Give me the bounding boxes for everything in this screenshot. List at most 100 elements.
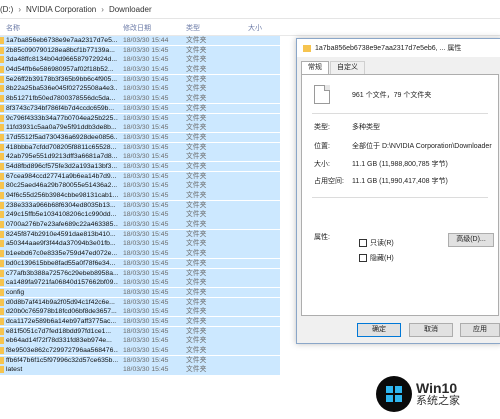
file-name: ca1489fa9721fa06840d157662bf09... xyxy=(6,279,118,287)
tab-general[interactable]: 常规 xyxy=(301,61,329,74)
file-type: 文件夹 xyxy=(186,46,207,54)
column-date[interactable]: 修改日期 xyxy=(123,23,151,33)
file-type: 文件夹 xyxy=(186,366,207,374)
file-type: 文件夹 xyxy=(186,356,207,364)
breadcrumb-drive[interactable]: (D:) xyxy=(0,5,13,14)
file-date: 18/03/30 15:45 xyxy=(123,95,169,103)
ok-button[interactable]: 确定 xyxy=(357,323,401,337)
folder-icon xyxy=(0,211,4,219)
file-type: 文件夹 xyxy=(186,308,207,316)
file-type: 文件夹 xyxy=(186,85,207,93)
file-date: 18/03/30 15:45 xyxy=(123,153,169,161)
divider xyxy=(312,197,488,198)
file-name: b1eebd67c0e8335e759d47ed072e... xyxy=(6,250,118,258)
file-date: 18/03/30 15:45 xyxy=(123,347,169,354)
file-date: 18/03/30 15:45 xyxy=(123,279,169,287)
file-type: 文件夹 xyxy=(186,230,207,238)
folder-icon xyxy=(0,46,4,54)
file-row[interactable]: latest 18/03/30 15:45 文件夹 xyxy=(0,365,500,375)
file-date: 18/03/30 15:45 xyxy=(123,366,169,374)
file-type: 文件夹 xyxy=(186,240,207,248)
file-type: 文件夹 xyxy=(186,104,207,112)
file-type: 文件夹 xyxy=(186,298,207,306)
file-date: 18/03/30 15:45 xyxy=(123,201,169,209)
column-type[interactable]: 类型 xyxy=(186,23,200,33)
file-name: c77afb3b388a72576c29ebeb8958a... xyxy=(6,269,118,277)
column-size[interactable]: 大小 xyxy=(248,23,262,33)
dialog-title: 1a7ba856eb6738e9e7aa2317d7e5eb6, ... 属性 xyxy=(315,45,462,52)
file-type: 文件夹 xyxy=(186,162,207,170)
attributes-label: 属性: xyxy=(314,234,330,241)
folder-icon xyxy=(0,143,4,151)
readonly-checkbox[interactable]: 只读(R) xyxy=(359,238,394,248)
advanced-button[interactable]: 高级(D)... xyxy=(448,233,494,247)
checkbox-icon xyxy=(359,254,367,262)
folder-icon xyxy=(0,317,4,325)
file-date: 18/03/30 15:45 xyxy=(123,211,169,219)
file-type: 文件夹 xyxy=(186,327,207,335)
file-type: 文件夹 xyxy=(186,192,207,199)
file-name: 418bbba7cfdd708205f8811c65528... xyxy=(6,143,117,151)
file-type: 文件夹 xyxy=(186,66,207,74)
file-date: 18/03/30 15:45 xyxy=(123,143,169,151)
dialog-titlebar[interactable]: 1a7ba856eb6738e9e7aa2317d7e5eb6, ... 属性 xyxy=(297,39,500,57)
file-type: 文件夹 xyxy=(186,75,207,83)
file-name: 9c796f4333b34a77b0704ea25b225... xyxy=(6,114,118,122)
breadcrumb-nvidia[interactable]: NVIDIA Corporation xyxy=(26,5,96,14)
folder-icon xyxy=(0,66,4,74)
file-date: 18/03/30 15:45 xyxy=(123,46,169,54)
file-type: 文件夹 xyxy=(186,201,207,209)
file-name: 80c25aed46a29b780055e51436a2... xyxy=(6,182,118,190)
folder-icon xyxy=(0,85,4,93)
file-row[interactable]: ffb6f47b6f1c5f97996c32d57ce635b... 18/03/… xyxy=(0,355,500,366)
file-name: 249c15ffb5e1034108206c1c990dd... xyxy=(6,211,117,219)
file-date: 18/03/30 15:45 xyxy=(123,104,169,112)
column-name[interactable]: 名称 xyxy=(6,23,20,33)
file-date: 18/03/30 15:45 xyxy=(123,182,169,190)
file-date: 18/03/30 15:45 xyxy=(123,124,169,132)
file-date: 18/03/30 15:45 xyxy=(123,269,169,277)
file-name: 94f6c55d256b3984cbbe98131cab1... xyxy=(6,192,118,199)
size-value: 11.1 GB (11,988,800,785 字节) xyxy=(352,161,448,168)
file-name: 238e333a966b68f6304ed8035b13... xyxy=(6,201,116,209)
file-name: 54d8fbd896cf575fe3d2a193a13bf3... xyxy=(6,162,118,170)
folder-icon xyxy=(0,114,4,122)
file-date: 18/03/30 15:45 xyxy=(123,230,169,238)
folder-icon xyxy=(0,250,4,258)
file-date: 18/03/30 15:45 xyxy=(123,85,169,93)
watermark: Win10 系统之家 xyxy=(376,376,460,412)
folder-icon xyxy=(303,44,311,52)
folder-icon xyxy=(0,201,4,209)
cancel-button[interactable]: 取消 xyxy=(409,323,453,337)
file-name: 3da48ffc8134b04d966587972924d... xyxy=(6,56,118,64)
file-name: 04d54ffb6e586980957af02f18b52... xyxy=(6,66,114,74)
breadcrumb-downloader[interactable]: Downloader xyxy=(109,5,152,14)
file-date: 18/03/30 15:44 xyxy=(123,37,169,44)
file-type: 文件夹 xyxy=(186,347,207,354)
folder-icon xyxy=(0,37,4,44)
file-name: 17d5512f5ad730436a6928dee0856... xyxy=(6,133,118,141)
file-name: 5e26ff2b39178b3f365b9bb6c4f905... xyxy=(6,75,117,83)
file-type: 文件夹 xyxy=(186,317,207,325)
file-date: 18/03/30 15:45 xyxy=(123,250,169,258)
watermark-subtitle: 系统之家 xyxy=(416,394,460,407)
file-date: 18/03/30 15:45 xyxy=(123,317,169,325)
file-type: 文件夹 xyxy=(186,172,207,180)
type-label: 类型: xyxy=(314,124,330,131)
folder-icon xyxy=(0,172,4,180)
folder-icon xyxy=(0,327,4,335)
hidden-checkbox[interactable]: 隐藏(H) xyxy=(359,253,394,263)
watermark-text: Win10 系统之家 xyxy=(416,381,460,408)
dialog-tabs: 常规 自定义 xyxy=(301,61,366,74)
file-name: d0d8b7af414b9a2f05d94c1f42c6e... xyxy=(6,298,115,306)
file-type: 文件夹 xyxy=(186,143,207,151)
file-name: dca1172e589b6a14eb97aff3775ac... xyxy=(6,317,117,325)
file-date: 18/03/30 15:45 xyxy=(123,66,169,74)
file-name: a50344aae9f3f44da37094b3e01fb... xyxy=(6,240,116,248)
file-row[interactable]: f8e9503e862c729972796aa568476... 18/03/30… xyxy=(0,346,500,356)
folder-icon xyxy=(0,182,4,190)
apply-button[interactable]: 应用 xyxy=(460,323,500,337)
file-name: 0700a276b7e23afe689c22a463385... xyxy=(6,221,118,229)
tab-custom[interactable]: 自定义 xyxy=(330,61,365,74)
file-date: 18/03/30 15:45 xyxy=(123,298,169,306)
